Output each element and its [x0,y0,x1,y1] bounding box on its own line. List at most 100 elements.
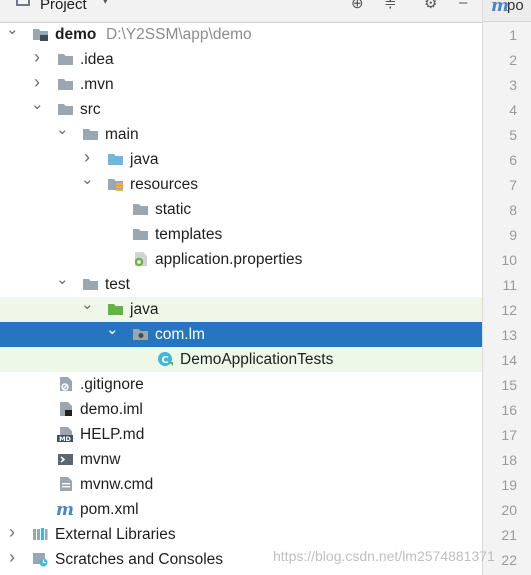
tree-node-src[interactable]: ⌄ src [0,97,482,122]
chevron-right-icon[interactable]: › [6,548,18,566]
line-number: 1 [509,27,517,43]
project-tree: ⌄ demo D:\Y2SSM\app\demo › .idea › .mvn ⌄ src ⌄ ma… [0,22,482,575]
line-number: 13 [501,327,517,343]
tree-node-label: static [155,201,192,218]
tree-node-label: java [130,151,159,168]
text-file-icon [57,476,74,492]
chevron-right-icon[interactable]: › [31,48,43,66]
line-number: 4 [509,102,517,118]
collapse-all-icon[interactable]: ≑ [384,0,397,12]
tree-node-mvnw[interactable]: mvnw [0,447,482,472]
spring-properties-icon [132,251,149,267]
libraries-icon [32,526,49,542]
tree-node-label: mvnw.cmd [80,476,154,493]
module-folder-icon [32,26,49,42]
tree-node-com-lm[interactable]: ⌄ com.lm [0,322,482,347]
tree-node-idea[interactable]: › .idea [0,47,482,72]
chevron-down-icon[interactable]: ⌄ [106,322,119,337]
line-number: 18 [501,452,517,468]
tree-node-label: External Libraries [55,526,176,543]
line-number: 16 [501,402,517,418]
module-path: D:\Y2SSM\app\demo [106,26,252,43]
chevron-down-icon[interactable]: ⌄ [81,172,94,187]
line-number: 7 [509,177,517,193]
resources-folder-icon [107,176,124,192]
gear-icon[interactable]: ⚙ [424,0,437,12]
tree-node-pom[interactable]: m pom.xml [0,497,482,522]
tree-node-demo[interactable]: ⌄ demo D:\Y2SSM\app\demo [0,22,482,47]
chevron-down-icon[interactable]: ⌄ [6,22,19,37]
line-number: 14 [501,352,517,368]
tree-node-static[interactable]: static [0,197,482,222]
chevron-down-icon[interactable]: ⌄ [56,272,69,287]
tree-node-help-md[interactable]: MD HELP.md [0,422,482,447]
tree-node-ext-libs[interactable]: › External Libraries [0,522,482,547]
tree-node-mvnw-cmd[interactable]: mvnw.cmd [0,472,482,497]
tree-node-label: Scratches and Consoles [55,551,224,568]
tree-node-java-main[interactable]: › java [0,147,482,172]
folder-icon [132,201,149,217]
minimize-icon[interactable]: – [459,0,467,11]
editor-gutter: m po 1 2 3 4 5 6 7 8 9 10 11 12 13 14 15 16 17 18 19 20 21 22 [482,0,531,575]
tree-node-main[interactable]: ⌄ main [0,122,482,147]
line-number: 22 [501,552,517,568]
tree-node-java-test[interactable]: ⌄ java [0,297,482,322]
tree-node-label: demo.iml [80,401,143,418]
line-number: 15 [501,377,517,393]
chevron-right-icon[interactable]: › [6,523,18,541]
class-icon: C [157,351,174,367]
tree-node-label: resources [130,176,199,193]
tree-node-label: HELP.md [80,426,145,443]
folder-icon [132,226,149,242]
tree-node-app-props[interactable]: application.properties [0,247,482,272]
tree-node-resources[interactable]: ⌄ resources [0,172,482,197]
tree-node-label: main [105,126,139,143]
line-number: 17 [501,427,517,443]
iml-file-icon [57,401,74,417]
folder-icon [57,51,74,67]
folder-icon [82,276,99,292]
folder-icon [82,126,99,142]
line-number: 12 [501,302,517,318]
package-icon [132,326,149,342]
line-number: 6 [509,152,517,168]
tree-node-demo-tests[interactable]: C DemoApplicationTests [0,347,482,372]
tree-node-label: java [130,301,159,318]
maven-file-icon: m [56,500,74,520]
line-number: 20 [501,502,517,518]
svg-text:MD: MD [59,435,71,442]
line-number: 9 [509,227,517,243]
line-number: 21 [501,527,517,543]
chevron-down-icon[interactable]: ⌄ [56,122,69,137]
tree-node-test[interactable]: ⌄ test [0,272,482,297]
chevron-right-icon[interactable]: › [31,73,43,91]
tree-node-templates[interactable]: templates [0,222,482,247]
chevron-down-icon[interactable]: ⌄ [81,297,94,312]
folder-icon [57,101,74,117]
markdown-file-icon: MD [57,426,74,443]
line-number: 8 [509,202,517,218]
line-number: 5 [509,127,517,143]
chevron-right-icon[interactable]: › [81,148,93,166]
tree-node-label: .mvn [80,76,114,93]
tree-node-gitignore[interactable]: .gitignore [0,372,482,397]
tree-node-scratches[interactable]: › Scratches and Consoles [0,547,482,572]
tree-node-label: mvnw [80,451,121,468]
editor-tab-pom[interactable]: m po [483,0,531,22]
chevron-down-icon[interactable]: ⌄ [31,97,44,112]
tree-node-demo-iml[interactable]: demo.iml [0,397,482,422]
line-number: 2 [509,52,517,68]
tree-node-label: DemoApplicationTests [180,351,334,368]
line-number: 3 [509,77,517,93]
project-title[interactable]: Project [40,0,87,13]
locate-icon[interactable]: ⊕ [351,0,364,12]
project-icon [16,0,30,6]
tree-node-label: com.lm [155,326,205,343]
tree-node-label: templates [155,226,223,243]
tree-node-label: .gitignore [80,376,144,393]
chevron-down-icon[interactable]: ▾ [102,0,109,8]
shell-file-icon [57,451,74,467]
line-number: 10 [501,252,517,268]
line-number: 19 [501,477,517,493]
tree-node-mvn[interactable]: › .mvn [0,72,482,97]
